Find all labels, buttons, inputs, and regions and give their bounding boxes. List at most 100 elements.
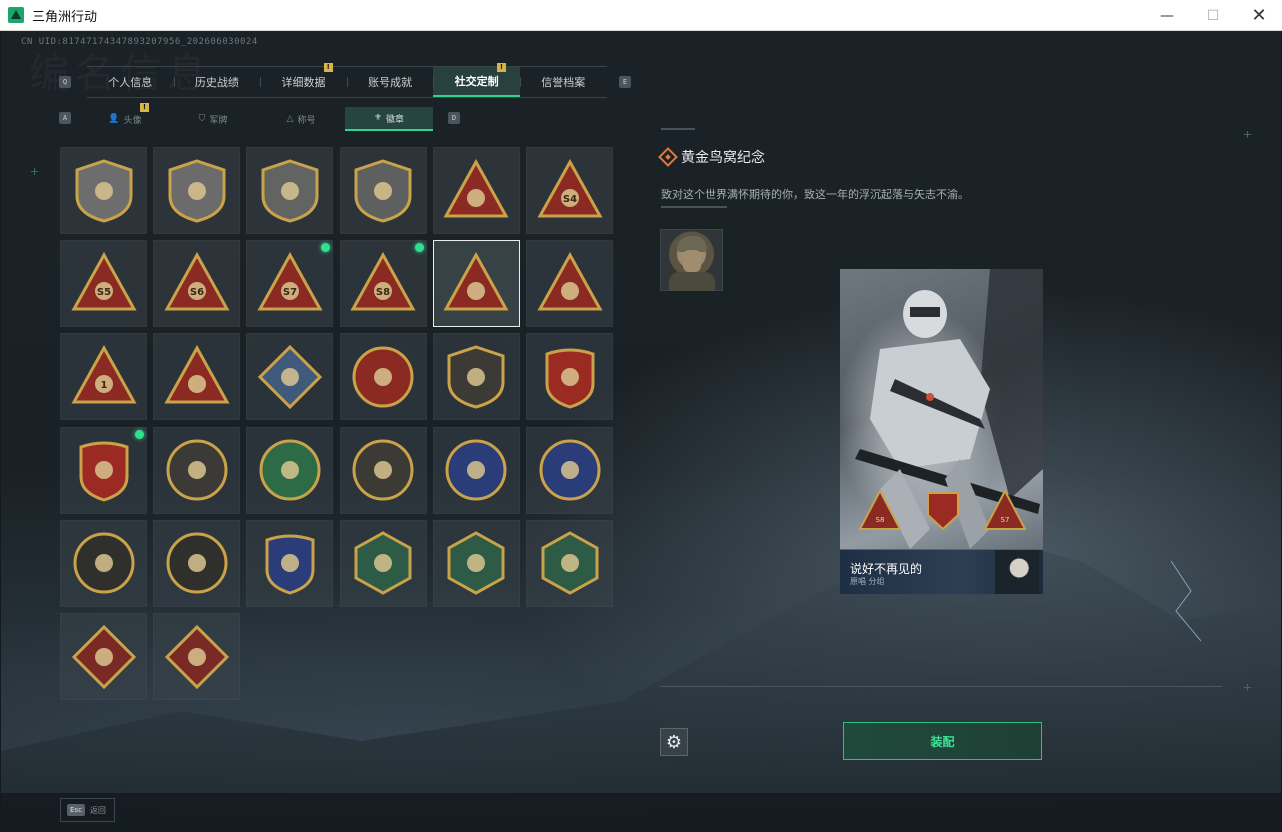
badge-label: S6 xyxy=(190,287,204,298)
nav-tab-4[interactable]: 社交定制! xyxy=(433,63,520,97)
badge-cell[interactable] xyxy=(339,147,427,234)
nav-prev-key[interactable]: Q xyxy=(59,76,71,88)
badge-blue-rifle-icon xyxy=(445,439,507,501)
badge-cell[interactable] xyxy=(432,333,520,421)
esc-key: Esc xyxy=(67,804,85,816)
back-button[interactable]: Esc 返回 xyxy=(60,798,115,822)
badge-rarity-icon xyxy=(658,147,678,167)
mini-badge-label: S7 xyxy=(1001,516,1010,524)
decor-line xyxy=(661,206,727,208)
badge-s6-icon: S6 xyxy=(164,251,230,311)
badge-cell[interactable] xyxy=(246,519,334,607)
nav-tab-label: 历史战绩 xyxy=(194,76,239,89)
nav-tab-2[interactable]: 详细数据! xyxy=(260,63,347,97)
maximize-button[interactable]: ☐ xyxy=(1190,0,1236,31)
card-nameplate-subtitle: 原唱 分组 xyxy=(850,577,885,586)
badge-cell[interactable] xyxy=(153,426,241,514)
subnav-prev-key[interactable]: A xyxy=(59,112,71,124)
badge-sword-crest-icon xyxy=(265,534,315,595)
badge-cell[interactable] xyxy=(432,519,520,607)
nav-tab-label: 社交定制 xyxy=(454,75,499,88)
subnav-tab-1[interactable]: ⛉ 军牌 xyxy=(169,107,257,131)
nav-tab-0[interactable]: 个人信息 xyxy=(87,67,174,97)
nav-next-key[interactable]: E xyxy=(619,76,631,88)
badge-cell[interactable] xyxy=(60,613,147,700)
badge-cell[interactable] xyxy=(432,240,520,328)
badge-star-shield-red-icon xyxy=(79,441,128,502)
subnav-tab-label: 军牌 xyxy=(209,115,228,126)
badge-s8-icon: S8 xyxy=(350,251,416,311)
badge-label: S8 xyxy=(376,287,390,298)
badge-cell[interactable] xyxy=(153,519,241,607)
flag-icon: ⛉ xyxy=(198,114,206,124)
nav-tab-5[interactable]: 信誉档案 xyxy=(519,67,607,97)
equipped-badges: S8 S7 xyxy=(858,489,1027,531)
badge-dragon-icon xyxy=(71,624,136,689)
nameplate-portrait xyxy=(995,550,1039,594)
badge-rocket-launcher-icon xyxy=(257,344,323,410)
badge-cell[interactable] xyxy=(339,333,427,421)
settings-gear-button[interactable]: ⚙ xyxy=(660,728,688,756)
badge-cell[interactable]: S4 xyxy=(526,147,613,234)
player-avatar xyxy=(660,229,723,291)
badge-cell[interactable] xyxy=(432,147,520,234)
badge-cell[interactable]: S8 xyxy=(339,240,427,328)
minimize-button[interactable]: — xyxy=(1144,0,1190,31)
subnav-next-key[interactable]: D xyxy=(448,112,460,124)
badge-cell[interactable]: S6 xyxy=(153,240,241,328)
badge-cell[interactable] xyxy=(339,519,427,607)
subnav-tab-3[interactable]: ⚜ 徽章 xyxy=(345,107,433,131)
badge-s5-icon: S5 xyxy=(70,251,137,311)
badge-cell[interactable] xyxy=(246,426,334,514)
badge-cell[interactable] xyxy=(60,426,147,514)
badge-cell[interactable] xyxy=(339,426,427,514)
badge-shield-triangle-icon xyxy=(75,158,132,223)
badge-cell[interactable] xyxy=(526,240,613,328)
badge-cell[interactable] xyxy=(526,333,613,421)
badge-cell[interactable] xyxy=(432,426,520,514)
badge-cell[interactable] xyxy=(526,426,613,514)
badge-helicopter-icon xyxy=(168,158,226,223)
badge-wasp-icon xyxy=(354,531,412,596)
sub-nav: 👤 头像! ⛉ 军牌 △ 称号 ⚜ 徽章 xyxy=(81,103,441,131)
nav-tab-3[interactable]: 账号成就 xyxy=(346,67,434,97)
decor-line xyxy=(661,128,695,130)
gear-icon: ⚙ xyxy=(665,731,683,753)
badge-s4-icon: S4 xyxy=(536,158,603,217)
badge-cell[interactable] xyxy=(526,519,613,607)
badge-star-compass-icon xyxy=(352,346,414,408)
back-label: 返回 xyxy=(89,805,106,815)
game-viewport: 编名信息 CN UID:81747174347893207956_2026060… xyxy=(1,31,1281,831)
badge-radar-icon xyxy=(443,158,509,217)
nav-tab-label: 账号成就 xyxy=(368,76,413,89)
panel-divider xyxy=(660,686,1222,687)
badge-runner-icon xyxy=(164,624,229,689)
badge-label: S4 xyxy=(562,194,576,205)
badge-label: 1 xyxy=(100,380,107,391)
nav-tab-label: 信誉档案 xyxy=(541,76,586,89)
close-button[interactable]: ✕ xyxy=(1236,0,1282,31)
window-title: 三角洲行动 xyxy=(32,9,98,25)
badge-label: S7 xyxy=(283,287,297,298)
badge-cell[interactable] xyxy=(153,613,241,700)
badge-blue-rifle-2-icon xyxy=(539,439,600,501)
subnav-tab-2[interactable]: △ 称号 xyxy=(257,107,345,131)
new-indicator-dot xyxy=(135,429,144,439)
subnav-tab-0[interactable]: 👤 头像! xyxy=(81,103,169,131)
badge-cell[interactable]: S7 xyxy=(246,240,334,328)
nav-tab-1[interactable]: 历史战绩 xyxy=(173,67,261,97)
new-indicator-dot xyxy=(414,243,424,253)
badge-cell[interactable]: 1 xyxy=(60,333,147,421)
equip-button[interactable]: 装配 xyxy=(843,722,1042,760)
badge-egg-nest-icon xyxy=(166,439,228,501)
triangle-icon: △ xyxy=(286,114,294,124)
badge-cell[interactable] xyxy=(60,147,147,234)
decor-crosshair xyxy=(1244,684,1251,691)
badge-cell[interactable] xyxy=(246,147,334,234)
badge-cell[interactable] xyxy=(153,333,241,421)
badge-cell[interactable] xyxy=(153,147,241,234)
badge-cell[interactable] xyxy=(60,519,147,607)
badge-cell[interactable] xyxy=(246,333,334,421)
badge-tank-icon xyxy=(536,251,603,311)
badge-cell[interactable]: S5 xyxy=(60,240,147,328)
